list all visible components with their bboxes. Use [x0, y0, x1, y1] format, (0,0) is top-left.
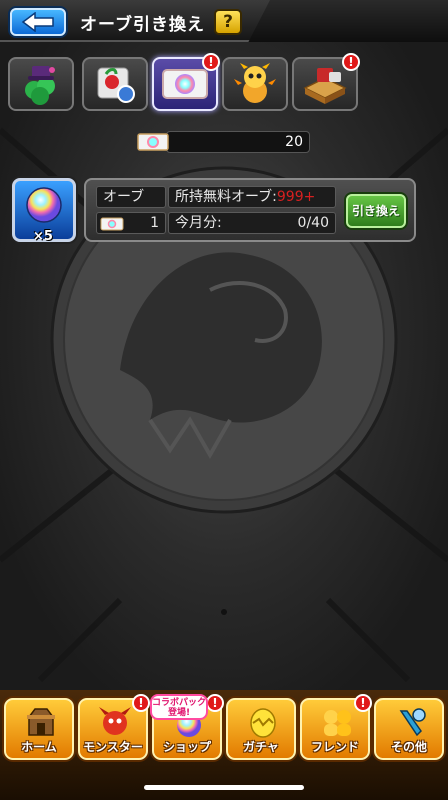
owned-free-label: 所持無料オーブ:	[175, 189, 277, 205]
nav-friend[interactable]: フレンド !	[300, 694, 372, 760]
orb-ticket-icon	[100, 217, 124, 231]
cost-value: 1	[150, 215, 159, 231]
back-button[interactable]	[10, 8, 66, 36]
alert-badge: !	[354, 694, 372, 712]
page-title: オーブ引き換え	[80, 15, 205, 35]
promo-line2: 登場!	[167, 708, 191, 718]
friends-icon	[324, 710, 351, 736]
nav-label: フレンド	[310, 740, 359, 754]
tab-monster[interactable]	[8, 57, 74, 111]
red-dragon-icon	[99, 707, 131, 735]
tools-icon	[399, 708, 426, 737]
collab-pack-badge: コラボパック 登場!	[150, 694, 208, 720]
help-button[interactable]: ?	[214, 9, 242, 35]
owned-free-orbs: 所持無料オーブ:999+	[168, 186, 336, 208]
orb-ticket-icon	[162, 69, 208, 99]
header-bar: オーブ引き換え ?	[0, 0, 448, 42]
nav-label: モンスター	[83, 740, 143, 754]
nav-other[interactable]: その他	[374, 698, 444, 760]
cost-cell: 1	[96, 212, 166, 234]
monthly-limit: 今月分: 0/40	[168, 212, 336, 234]
category-tabs: ! !	[8, 53, 448, 111]
alert-badge: !	[342, 53, 360, 71]
nav-label: その他	[390, 740, 427, 754]
nav-label: ホーム	[21, 740, 57, 754]
dragon-character-icon	[234, 63, 276, 103]
alert-badge: !	[202, 53, 220, 71]
treasure-box-icon	[303, 68, 347, 104]
clover-hat-icon	[25, 66, 55, 105]
tab-character[interactable]	[222, 57, 288, 111]
nav-label: ガチャ	[243, 740, 279, 754]
nav-monster[interactable]: モンスター !	[78, 694, 150, 760]
tab-orb-ticket[interactable]: !	[152, 53, 220, 111]
tab-gift[interactable]	[82, 57, 148, 111]
item-name: オーブ	[96, 186, 166, 208]
tab-item[interactable]: !	[292, 53, 360, 111]
bottom-nav: ホーム モンスター ! ショップ ! ガチャ フレンド ! その他	[0, 690, 448, 800]
promo-line1: コラボパック	[152, 698, 207, 708]
alert-badge: !	[206, 694, 224, 712]
gift-card-icon	[97, 67, 135, 103]
egg-icon	[250, 708, 276, 738]
alert-badge: !	[132, 694, 150, 712]
back-arrow-icon	[21, 12, 54, 32]
exchange-button[interactable]: 引き換え	[346, 194, 406, 228]
owned-free-value: 999+	[276, 189, 316, 205]
castle-icon	[27, 708, 55, 736]
orb-ticket-icon	[137, 133, 169, 151]
monthly-label: 今月分:	[175, 215, 222, 231]
nav-gacha[interactable]: ガチャ	[226, 698, 296, 760]
home-indicator[interactable]	[144, 785, 304, 790]
ticket-count: 20	[285, 134, 303, 150]
nav-label: ショップ	[162, 740, 211, 754]
monthly-value: 0/40	[297, 215, 329, 231]
orb-quantity: ×5	[33, 229, 53, 244]
ticket-count-bar: 20	[166, 131, 310, 153]
nav-home[interactable]: ホーム	[4, 698, 74, 760]
